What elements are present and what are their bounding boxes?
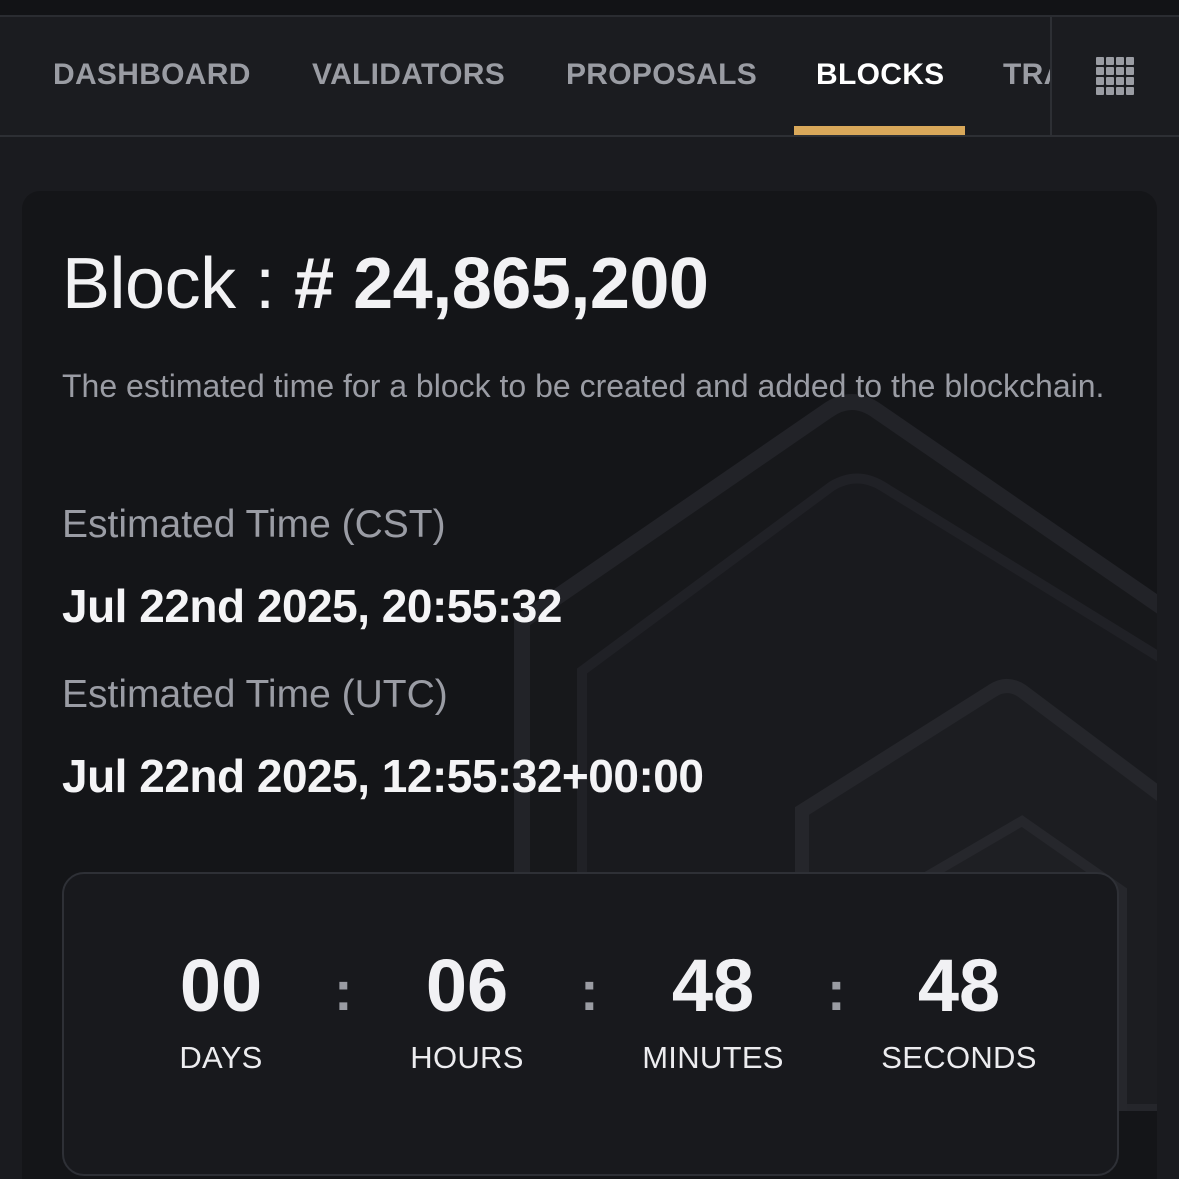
tab-bar: DASHBOARD VALIDATORS PROPOSALS BLOCKS TR… <box>0 17 1050 135</box>
top-strip <box>0 0 1179 17</box>
countdown-hours: 06 HOURS <box>367 944 567 1076</box>
countdown-separator: : <box>827 959 846 1022</box>
block-number: # 24,865,200 <box>294 244 709 324</box>
countdown-minutes-value: 48 <box>671 944 755 1027</box>
countdown-seconds-value: 48 <box>917 944 1001 1027</box>
tab-proposals[interactable]: PROPOSALS <box>566 17 757 135</box>
page: DASHBOARD VALIDATORS PROPOSALS BLOCKS TR… <box>0 0 1179 1179</box>
countdown-panel: 00 DAYS : 06 HOURS : 48 MINUTES : 48 SEC… <box>62 872 1119 1176</box>
active-tab-indicator <box>794 126 965 135</box>
block-title-prefix: Block : <box>62 244 295 324</box>
countdown-seconds: 48 SECONDS <box>859 944 1059 1076</box>
estimated-time-utc-label: Estimated Time (UTC) <box>62 673 448 716</box>
countdown-hours-value: 06 <box>425 944 509 1027</box>
tab-transactions[interactable]: TRANSACTIONS <box>1003 17 1050 135</box>
estimated-time-utc-value: Jul 22nd 2025, 12:55:32+00:00 <box>62 750 704 802</box>
block-card: Block : # 24,865,200 The estimated time … <box>22 191 1157 1179</box>
estimated-time-cst-value: Jul 22nd 2025, 20:55:32 <box>62 580 562 632</box>
tab-dashboard[interactable]: DASHBOARD <box>53 17 251 135</box>
navbar: DASHBOARD VALIDATORS PROPOSALS BLOCKS TR… <box>0 17 1179 137</box>
page-title: Block : # 24,865,200 <box>62 243 709 325</box>
countdown-days: 00 DAYS <box>121 944 321 1076</box>
countdown-seconds-label: SECONDS <box>881 1040 1037 1075</box>
estimated-time-cst-label: Estimated Time (CST) <box>62 503 446 546</box>
countdown-days-label: DAYS <box>179 1040 263 1075</box>
countdown-minutes: 48 MINUTES <box>613 944 813 1076</box>
countdown-separator: : <box>580 959 599 1022</box>
tab-validators[interactable]: VALIDATORS <box>312 17 505 135</box>
countdown-separator: : <box>334 959 353 1022</box>
block-description: The estimated time for a block to be cre… <box>62 368 1105 404</box>
countdown-hours-label: HOURS <box>410 1040 524 1075</box>
countdown-minutes-label: MINUTES <box>642 1040 784 1075</box>
tab-blocks[interactable]: BLOCKS <box>816 17 944 135</box>
grid-icon <box>1096 57 1134 95</box>
countdown-days-value: 00 <box>179 944 263 1027</box>
apps-menu-button[interactable] <box>1052 17 1179 135</box>
